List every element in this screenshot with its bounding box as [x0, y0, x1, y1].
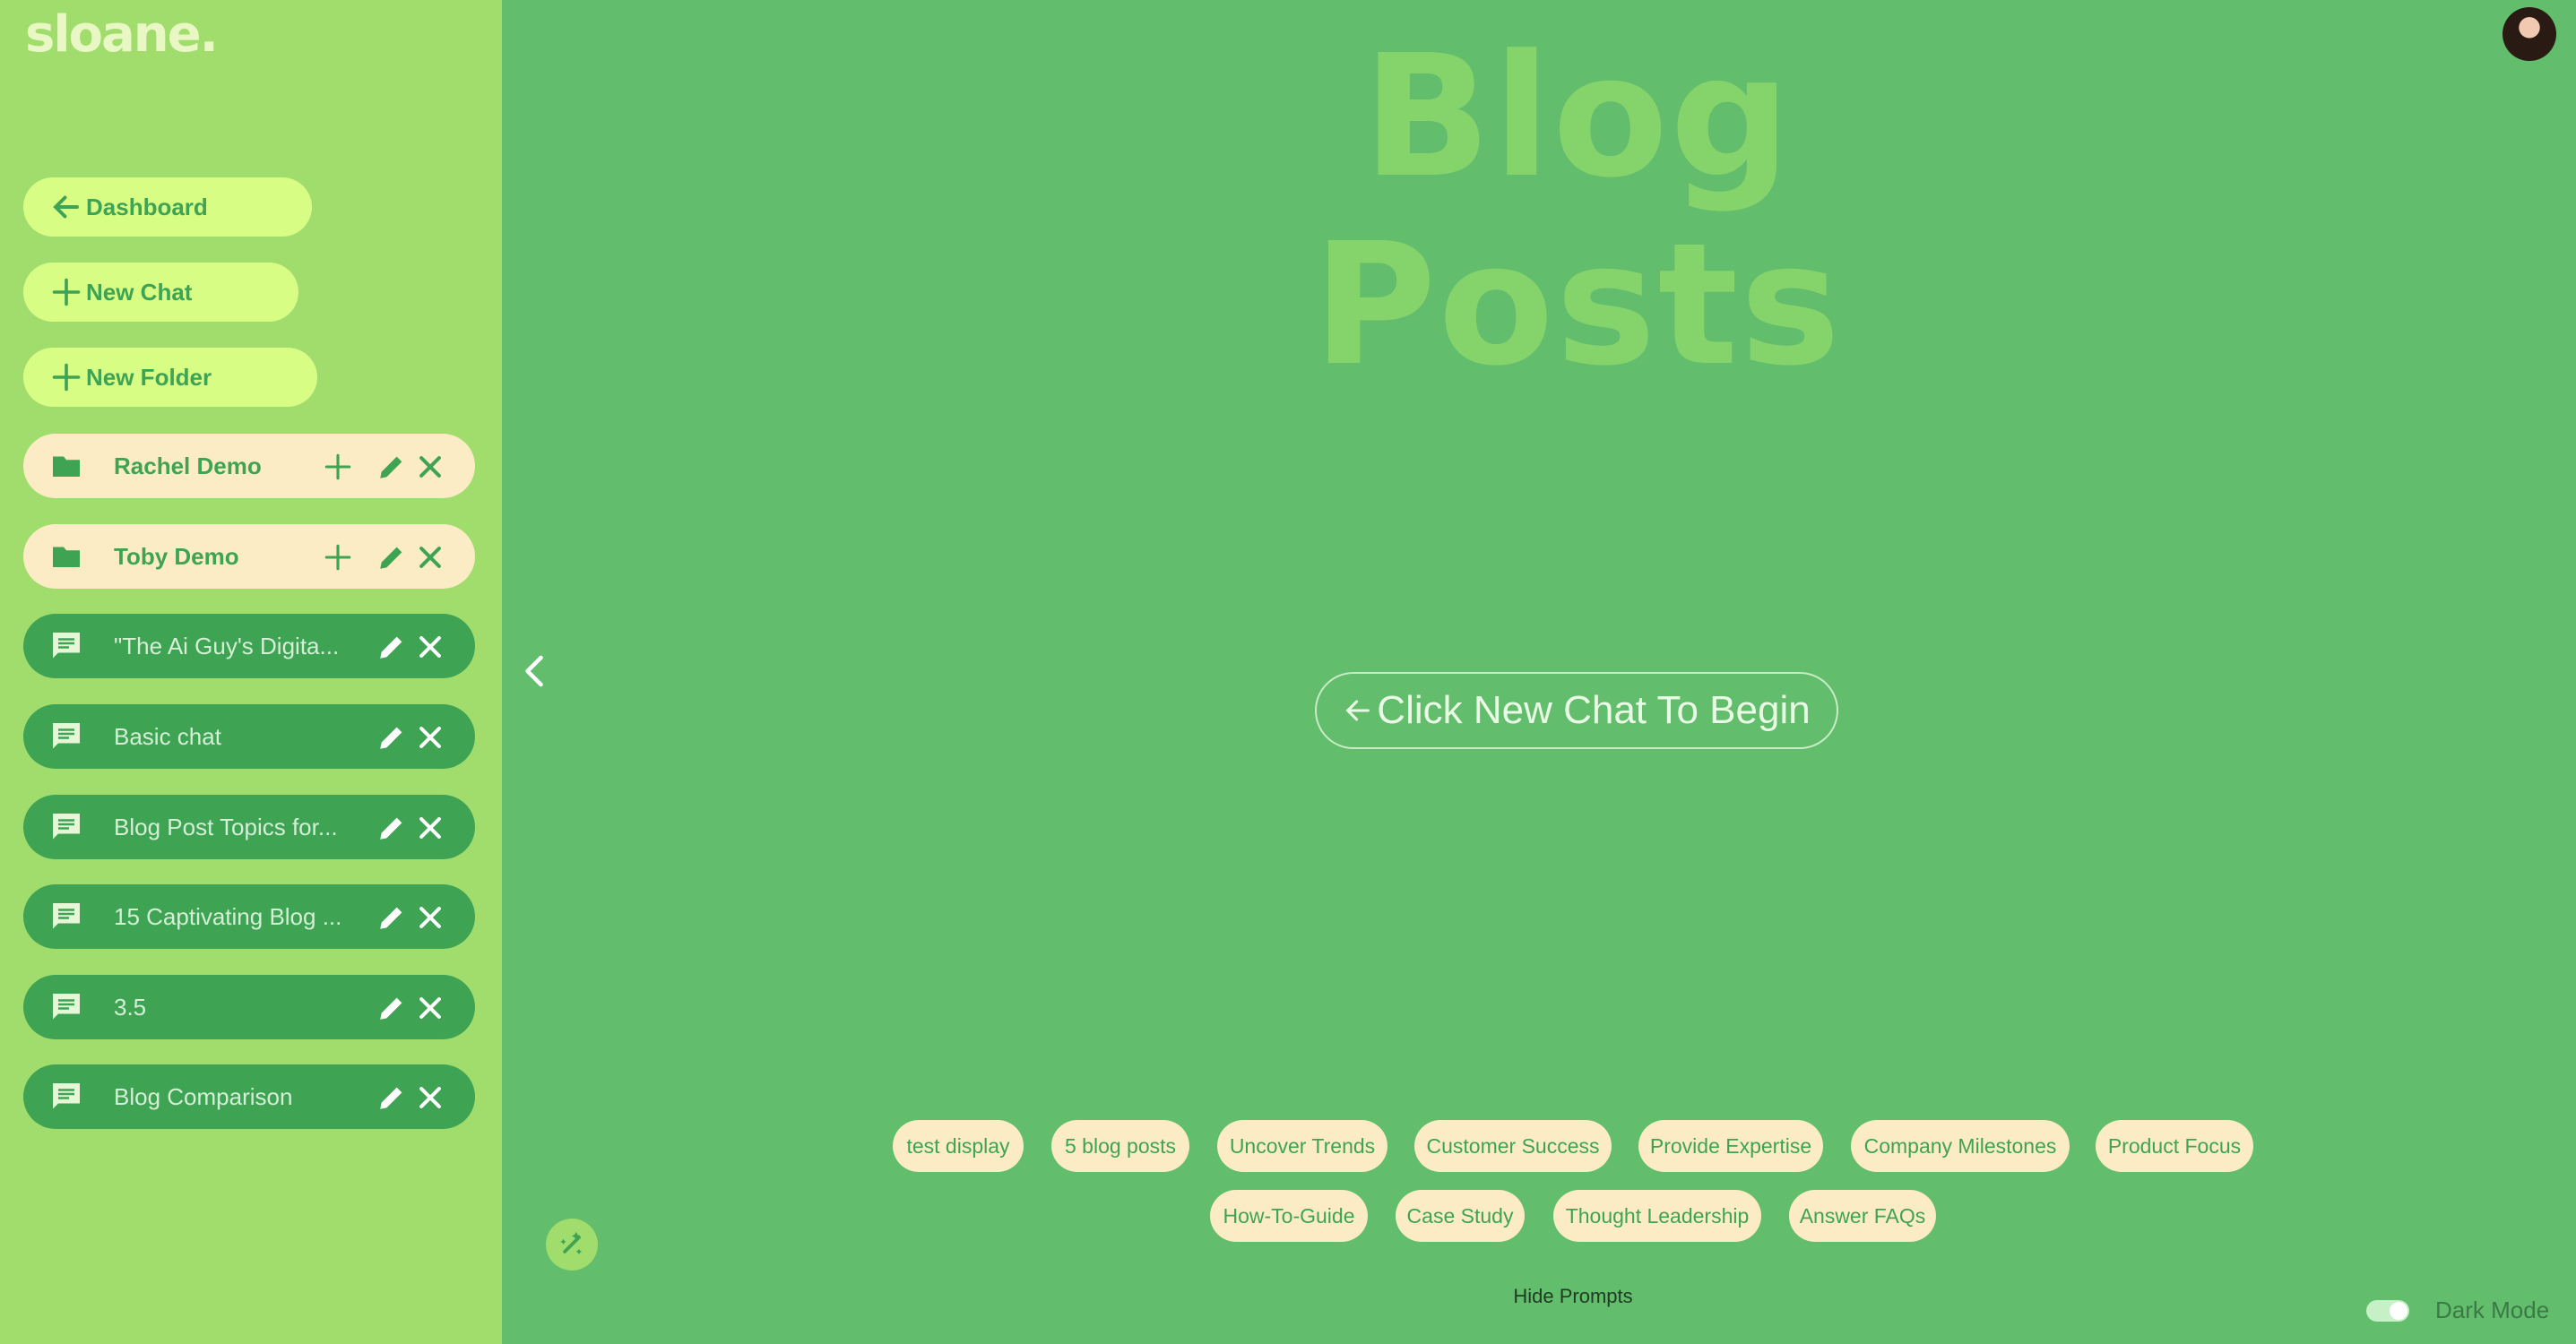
pencil-icon[interactable] [376, 993, 407, 1023]
chat-item[interactable]: 3.5 [23, 975, 475, 1039]
pencil-icon[interactable] [376, 902, 407, 933]
chat-bubble-icon [53, 723, 80, 749]
dashboard-label: Dashboard [86, 193, 208, 220]
chevron-left-icon[interactable] [518, 652, 550, 690]
dashboard-button[interactable]: Dashboard [23, 177, 312, 237]
plus-icon [52, 278, 81, 306]
page-title: Blog Posts [1312, 19, 1843, 403]
click-new-chat-button[interactable]: Click New Chat To Begin [1315, 672, 1838, 749]
close-icon[interactable] [415, 632, 445, 662]
plus-icon[interactable] [323, 452, 353, 482]
pencil-icon[interactable] [376, 813, 407, 843]
chat-item[interactable]: 15 Captivating Blog ... [23, 884, 475, 949]
chat-label: 15 Captivating Blog ... [114, 903, 342, 930]
pencil-icon[interactable] [376, 1082, 407, 1113]
close-icon[interactable] [415, 542, 445, 573]
prompt-chip[interactable]: 5 blog posts [1051, 1120, 1189, 1172]
close-icon[interactable] [415, 902, 445, 933]
close-icon[interactable] [415, 993, 445, 1023]
magic-wand-icon [560, 1231, 583, 1255]
prompt-chip[interactable]: Provide Expertise [1638, 1120, 1823, 1172]
chat-bubble-icon [53, 814, 80, 840]
chat-bubble-icon [53, 994, 80, 1020]
prompt-chip[interactable]: How-To-Guide [1210, 1190, 1368, 1242]
close-icon[interactable] [415, 1082, 445, 1113]
prompt-chip[interactable]: Case Study [1396, 1190, 1525, 1242]
arrow-left-icon [1345, 700, 1370, 721]
dark-mode-label: Dark Mode [2435, 1297, 2550, 1323]
prompt-chip[interactable]: test display [893, 1120, 1024, 1172]
chat-label: Basic chat [114, 723, 221, 750]
chat-item[interactable]: Blog Comparison [23, 1064, 475, 1129]
chat-item[interactable]: Basic chat [23, 704, 475, 769]
prompt-chip[interactable]: Customer Success [1414, 1120, 1612, 1172]
chat-item[interactable]: "The Ai Guy's Digita... [23, 614, 475, 678]
prompt-chip[interactable]: Thought Leadership [1553, 1190, 1761, 1242]
chat-bubble-icon [53, 633, 80, 659]
chat-bubble-icon [53, 903, 80, 929]
prompt-chip[interactable]: Uncover Trends [1217, 1120, 1387, 1172]
begin-label: Click New Chat To Begin [1377, 688, 1811, 732]
close-icon[interactable] [415, 452, 445, 482]
magic-wand-button[interactable] [546, 1219, 598, 1271]
chat-label: Blog Post Topics for... [114, 814, 338, 840]
toggle-knob [2390, 1302, 2407, 1320]
prompt-chip[interactable]: Answer FAQs [1789, 1190, 1936, 1242]
prompt-chip[interactable]: Product Focus [2096, 1120, 2253, 1172]
avatar[interactable] [2503, 7, 2556, 61]
new-folder-label: New Folder [86, 363, 212, 391]
pencil-icon[interactable] [376, 452, 407, 482]
new-folder-button[interactable]: New Folder [23, 348, 317, 407]
new-chat-label: New Chat [86, 278, 193, 306]
chat-label: "The Ai Guy's Digita... [114, 633, 340, 659]
chat-item[interactable]: Blog Post Topics for... [23, 795, 475, 859]
pencil-icon[interactable] [376, 722, 407, 753]
folder-icon [53, 456, 80, 477]
pencil-icon[interactable] [376, 632, 407, 662]
arrow-left-icon [53, 195, 79, 219]
close-icon[interactable] [415, 722, 445, 753]
folder-item[interactable]: Toby Demo [23, 524, 475, 589]
chat-label: Blog Comparison [114, 1083, 293, 1110]
close-icon[interactable] [415, 813, 445, 843]
logo: sloane. [25, 5, 219, 64]
sidebar: sloane. Dashboard New Chat New Folder Ra… [0, 0, 502, 1344]
folder-label: Rachel Demo [114, 452, 262, 479]
new-chat-button[interactable]: New Chat [23, 263, 298, 322]
hide-prompts-button[interactable]: Hide Prompts [1470, 1285, 1676, 1308]
plus-icon [52, 363, 81, 392]
chat-bubble-icon [53, 1083, 80, 1109]
prompt-chip[interactable]: Company Milestones [1851, 1120, 2070, 1172]
folder-label: Toby Demo [114, 543, 239, 570]
pencil-icon[interactable] [376, 542, 407, 573]
folder-item[interactable]: Rachel Demo [23, 434, 475, 498]
plus-icon[interactable] [323, 542, 353, 573]
dark-mode-toggle[interactable] [2366, 1300, 2409, 1322]
chat-label: 3.5 [114, 994, 147, 1021]
folder-icon [53, 547, 80, 567]
